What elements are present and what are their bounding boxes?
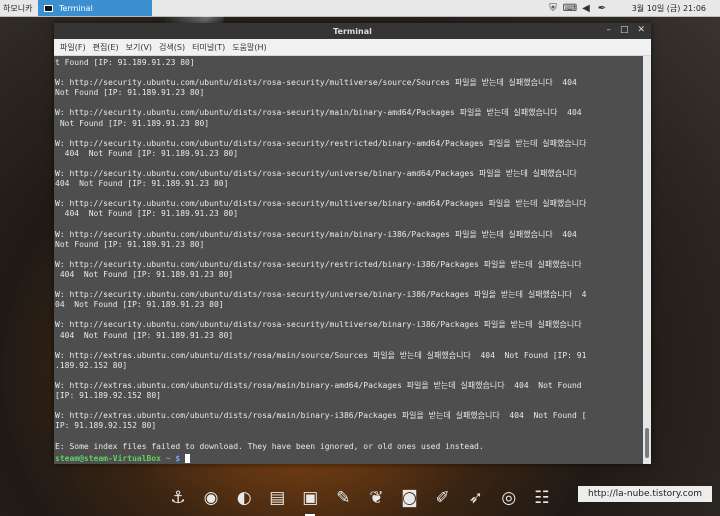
menu-bar: 파일(F) 편집(E) 보기(V) 검색(S) 터미널(T) 도움말(H)	[54, 39, 651, 56]
terminal-line: W: http://security.ubuntu.com/ubuntu/dis…	[55, 78, 577, 88]
volume-icon[interactable]: ◀	[580, 1, 592, 15]
terminal-line: 404 Not Found [IP: 91.189.91.23 80]	[55, 269, 234, 279]
window-titlebar[interactable]: Terminal – □ ✕	[54, 23, 651, 39]
firefox-icon[interactable]: ◉	[197, 484, 225, 512]
prompt-path: ~ $	[160, 453, 186, 463]
terminal-line: 404 Not Found [IP: 91.189.91.23 80]	[55, 148, 239, 158]
terminal-line: Not Found [IP: 91.189.91.23 80]	[55, 118, 210, 128]
terminal-output-area[interactable]: t Found [IP: 91.189.91.23 80] W: http://…	[54, 56, 643, 464]
window-title: Terminal	[333, 26, 372, 36]
terminal-line: .189.92.152 80]	[55, 360, 128, 370]
taskbar-item-label: Terminal	[59, 3, 93, 13]
terminal-scrollbar[interactable]	[643, 56, 651, 464]
terminal-task-icon	[44, 4, 53, 12]
equalizer-icon[interactable]: ☷	[528, 484, 556, 512]
terminal-line: 404 Not Found [IP: 91.189.91.23 80]	[55, 330, 234, 340]
start-menu-label[interactable]: 하모니카	[3, 3, 32, 14]
brush-tool-icon[interactable]: ✐	[429, 484, 457, 512]
prompt-user: steam@steam-VirtualBox	[55, 453, 161, 463]
menu-search[interactable]: 검색(S)	[159, 42, 185, 53]
terminal-line: W: http://security.ubuntu.com/ubuntu/dis…	[55, 199, 587, 209]
terminal-line: 04 Not Found [IP: 91.189.91.23 80]	[55, 300, 224, 310]
camera-icon[interactable]: ◙	[396, 484, 424, 512]
terminal-line: W: http://security.ubuntu.com/ubuntu/dis…	[55, 229, 577, 239]
watermark-url: http://la-nube.tistory.com	[578, 486, 712, 502]
file-cabinet-icon[interactable]: ▤	[263, 484, 291, 512]
terminal-line: W: http://extras.ubuntu.com/ubuntu/dists…	[55, 381, 582, 390]
terminal-line: W: http://security.ubuntu.com/ubuntu/dis…	[55, 259, 582, 269]
menu-view[interactable]: 보기(V)	[126, 42, 152, 53]
close-button[interactable]: ✕	[637, 25, 645, 35]
terminal-line: Not Found [IP: 91.189.91.23 80]	[55, 88, 205, 98]
menu-terminal[interactable]: 터미널(T)	[192, 42, 225, 53]
terminal-line: [IP: 91.189.92.152 80]	[55, 391, 161, 401]
rocket-icon[interactable]: ➶	[462, 484, 490, 512]
leaf-icon[interactable]: ❦	[362, 484, 390, 512]
scrollbar-thumb[interactable]	[645, 428, 649, 458]
browser-globe-icon[interactable]: ◐	[230, 484, 258, 512]
terminal-line: W: http://security.ubuntu.com/ubuntu/dis…	[55, 320, 582, 330]
pen-tool-icon[interactable]: ✒	[596, 1, 608, 15]
clock[interactable]: 3월 10일 (금) 21:06	[632, 3, 706, 14]
terminal-line: 404 Not Found [IP: 91.189.91.23 80]	[55, 209, 239, 219]
text-cursor	[185, 453, 191, 463]
anchor-icon[interactable]: ⚓	[164, 484, 192, 512]
menu-help[interactable]: 도움말(H)	[232, 42, 266, 53]
terminal-line: W: http://security.ubuntu.com/ubuntu/dis…	[55, 169, 577, 179]
menu-file[interactable]: 파일(F)	[60, 42, 86, 53]
paint-palette-icon[interactable]: ✎	[329, 484, 357, 512]
keyboard-icon[interactable]: ⌨	[563, 1, 577, 15]
terminal-icon[interactable]: ▣	[296, 484, 324, 516]
terminal-window: Terminal – □ ✕ 파일(F) 편집(E) 보기(V) 검색(S) 터…	[54, 23, 651, 464]
terminal-line: t Found [IP: 91.189.91.23 80]	[55, 58, 195, 67]
terminal-line: 404 Not Found [IP: 91.189.91.23 80]	[55, 179, 229, 189]
terminal-output: t Found [IP: 91.189.91.23 80] W: http://…	[54, 56, 643, 452]
maximize-button[interactable]: □	[620, 25, 629, 35]
terminal-line: Not Found [IP: 91.189.91.23 80]	[55, 239, 205, 249]
shield-icon[interactable]: ⛨	[546, 1, 560, 15]
menu-edit[interactable]: 편집(E)	[93, 42, 119, 53]
taskbar-item-terminal[interactable]: Terminal	[38, 0, 152, 16]
terminal-line: W: http://security.ubuntu.com/ubuntu/dis…	[55, 138, 587, 148]
terminal-line: W: http://security.ubuntu.com/ubuntu/dis…	[55, 108, 582, 118]
terminal-line: W: http://security.ubuntu.com/ubuntu/dis…	[55, 290, 587, 300]
dock: ⚓ ◉ ◐ ▤ ▣ ✎ ❦ ◙ ✐ ➶ ◎ ☷	[164, 480, 556, 516]
terminal-line: IP: 91.189.92.152 80]	[55, 421, 157, 431]
top-panel: 하모니카 Terminal ⛨ ⌨ ◀ ✒ 3월 10일 (금) 21:06	[0, 0, 720, 17]
minimize-button[interactable]: –	[606, 25, 611, 35]
target-settings-icon[interactable]: ◎	[495, 484, 523, 512]
terminal-line: E: Some index files failed to download. …	[55, 441, 484, 451]
terminal-line: W: http://extras.ubuntu.com/ubuntu/dists…	[55, 411, 587, 421]
terminal-line: W: http://extras.ubuntu.com/ubuntu/dists…	[55, 350, 587, 360]
